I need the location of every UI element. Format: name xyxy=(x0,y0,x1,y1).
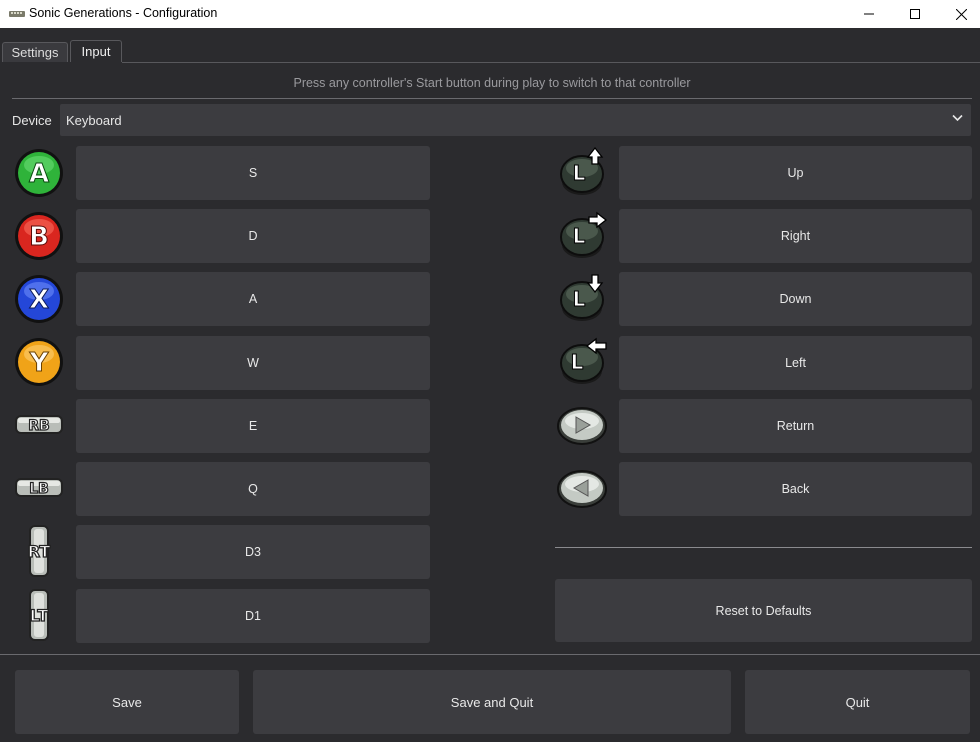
binding-rb-button[interactable]: E xyxy=(76,399,430,453)
svg-text:B: B xyxy=(29,222,49,252)
binding-y-button[interactable]: W xyxy=(76,336,430,390)
binding-a-button[interactable]: S xyxy=(76,146,430,200)
lt-trigger-icon: LT xyxy=(12,588,66,642)
left-stick-up-icon: L xyxy=(555,146,609,200)
tab-divider xyxy=(122,62,980,63)
controller-hint: Press any controller's Start button duri… xyxy=(293,76,691,90)
left-stick-left-icon: L xyxy=(555,335,609,389)
left-stick-down-icon: L xyxy=(555,272,609,326)
svg-text:L: L xyxy=(571,350,584,374)
binding-rt-button[interactable]: D3 xyxy=(76,525,430,579)
app-icon xyxy=(9,11,25,17)
b-button-icon: B xyxy=(12,209,66,263)
close-button[interactable] xyxy=(938,0,980,28)
lb-bumper-icon: LB xyxy=(12,461,66,515)
svg-text:L: L xyxy=(573,287,586,311)
device-value: Keyboard xyxy=(66,113,122,128)
y-button-icon: Y xyxy=(12,335,66,389)
reset-defaults-button[interactable]: Reset to Defaults xyxy=(555,579,972,642)
tab-strip: Settings Input xyxy=(0,40,980,62)
x-button-icon: X xyxy=(12,272,66,326)
svg-text:L: L xyxy=(573,161,586,185)
binding-right-button[interactable]: Right xyxy=(619,209,972,263)
binding-start-button[interactable]: Return xyxy=(619,399,972,453)
binding-back-button[interactable]: Back xyxy=(619,462,972,516)
svg-text:RB: RB xyxy=(28,418,49,434)
svg-text:L: L xyxy=(573,224,586,248)
maximize-button[interactable] xyxy=(892,0,938,28)
save-and-quit-button[interactable]: Save and Quit xyxy=(253,670,731,734)
maximize-icon xyxy=(910,9,920,19)
tab-settings[interactable]: Settings xyxy=(2,42,68,62)
divider xyxy=(555,547,972,548)
binding-up-button[interactable]: Up xyxy=(619,146,972,200)
divider xyxy=(12,98,972,99)
chevron-down-icon xyxy=(952,114,963,122)
svg-text:RT: RT xyxy=(28,542,51,561)
start-button-icon xyxy=(555,398,609,452)
device-select[interactable]: Keyboard xyxy=(60,104,971,136)
svg-text:LB: LB xyxy=(29,481,49,497)
binding-lt-button[interactable]: D1 xyxy=(76,589,430,643)
binding-b-button[interactable]: D xyxy=(76,209,430,263)
binding-x-button[interactable]: A xyxy=(76,272,430,326)
close-icon xyxy=(955,8,967,20)
minimize-button[interactable] xyxy=(846,0,892,28)
binding-lb-button[interactable]: Q xyxy=(76,462,430,516)
rb-bumper-icon: RB xyxy=(12,398,66,452)
svg-text:LT: LT xyxy=(30,606,49,625)
save-button[interactable]: Save xyxy=(15,670,239,734)
svg-text:X: X xyxy=(29,285,49,315)
back-button-icon xyxy=(555,461,609,515)
quit-button[interactable]: Quit xyxy=(745,670,970,734)
minimize-icon xyxy=(864,13,874,15)
tab-input[interactable]: Input xyxy=(70,40,122,62)
a-button-icon: A xyxy=(12,146,66,200)
left-stick-right-icon: L xyxy=(555,209,609,263)
title-bar: Sonic Generations - Configuration xyxy=(0,0,980,28)
rt-trigger-icon: RT xyxy=(12,524,66,578)
device-label: Device xyxy=(12,113,52,128)
footer-divider xyxy=(0,654,980,655)
window-title: Sonic Generations - Configuration xyxy=(29,6,218,20)
binding-left-button[interactable]: Left xyxy=(619,336,972,390)
svg-text:A: A xyxy=(29,159,49,189)
svg-text:Y: Y xyxy=(29,348,50,378)
binding-down-button[interactable]: Down xyxy=(619,272,972,326)
